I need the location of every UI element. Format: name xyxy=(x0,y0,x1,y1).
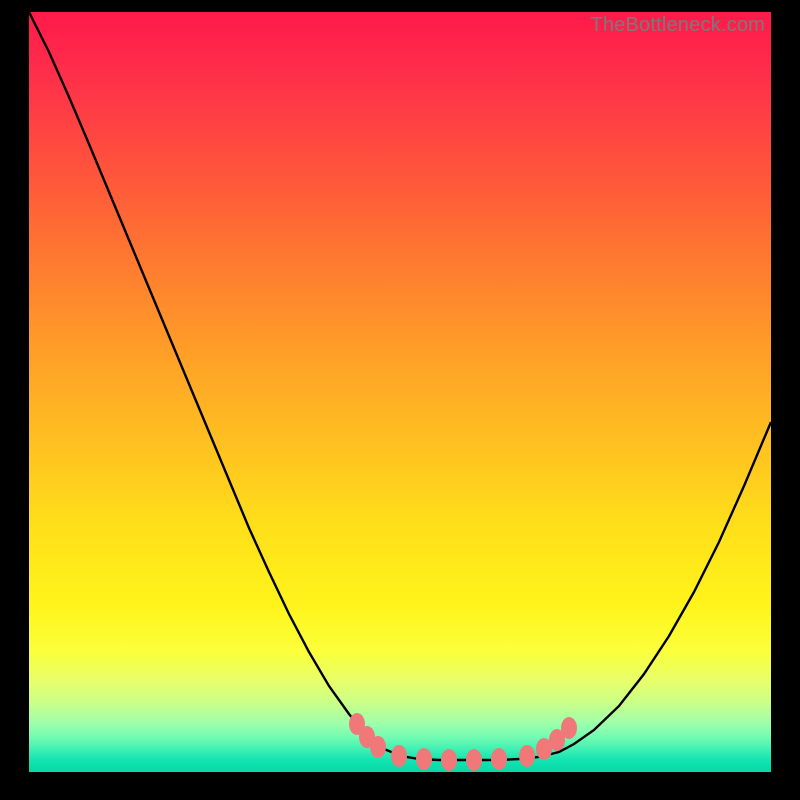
bottleneck-curve xyxy=(29,12,771,760)
trough-marker xyxy=(441,749,457,771)
trough-marker xyxy=(466,749,482,771)
trough-marker xyxy=(416,748,432,770)
trough-marker xyxy=(519,745,535,767)
trough-markers-group xyxy=(349,713,577,771)
chart-frame: TheBottleneck.com xyxy=(29,12,771,772)
watermark-text: TheBottleneck.com xyxy=(590,14,765,37)
trough-marker xyxy=(491,748,507,770)
trough-marker xyxy=(391,745,407,767)
trough-marker xyxy=(561,717,577,739)
trough-marker xyxy=(370,736,386,758)
chart-svg xyxy=(29,12,771,772)
